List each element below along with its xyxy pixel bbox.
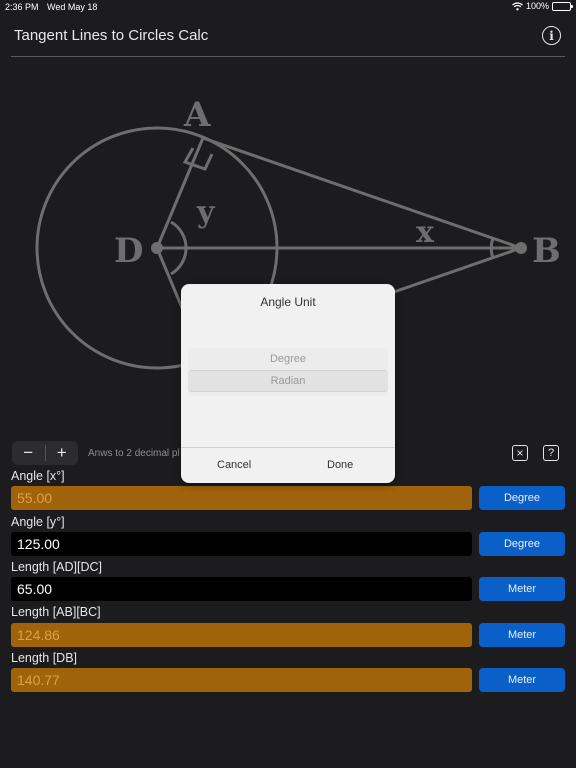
- length-ab-input[interactable]: 124.86: [11, 623, 472, 647]
- info-icon[interactable]: i: [542, 26, 561, 45]
- page-title: Tangent Lines to Circles Calc: [14, 27, 209, 44]
- wifi-icon: [512, 1, 523, 10]
- length-db-unit-button[interactable]: Meter: [479, 668, 565, 692]
- label-y: y: [196, 195, 216, 230]
- decrement-button[interactable]: −: [12, 441, 45, 465]
- increment-button[interactable]: +: [45, 441, 78, 465]
- tangent-ab: [202, 136, 522, 250]
- angle-x-input[interactable]: 55.00: [11, 486, 472, 510]
- point-d: [151, 242, 163, 254]
- label-b: B: [532, 231, 561, 271]
- picker-option-degree[interactable]: Degree: [188, 353, 388, 365]
- field-label-length-db: Length [DB]: [11, 651, 78, 665]
- decimal-note: Anws to 2 decimal pl: [88, 448, 180, 459]
- label-x: x: [416, 215, 435, 250]
- field-label-length-ab: Length [AB][BC]: [11, 605, 101, 619]
- length-ad-input[interactable]: 65.00: [11, 577, 472, 601]
- field-label-angle-y: Angle [y°]: [11, 515, 65, 529]
- point-b: [515, 242, 527, 254]
- length-ab-unit-button[interactable]: Meter: [479, 623, 565, 647]
- header-divider: [11, 56, 565, 57]
- battery-percent: 100%: [525, 1, 549, 11]
- status-bar: 2:36 PM Wed May 18 100%: [0, 0, 576, 14]
- status-right: 100%: [512, 1, 573, 11]
- dialog-title: Angle Unit: [260, 295, 316, 309]
- status-date: Wed May 18: [47, 2, 98, 12]
- decimal-stepper: − +: [12, 441, 78, 465]
- help-icon[interactable]: ?: [543, 445, 559, 461]
- length-db-input[interactable]: 140.77: [11, 668, 472, 692]
- field-label-length-ad: Length [AD][DC]: [11, 560, 103, 574]
- label-d: D: [114, 231, 143, 271]
- length-ad-unit-button[interactable]: Meter: [479, 577, 565, 601]
- done-button[interactable]: Done: [327, 459, 353, 471]
- battery-icon: [552, 1, 573, 11]
- cancel-button[interactable]: Cancel: [217, 459, 251, 471]
- status-time: 2:36 PM: [5, 2, 39, 12]
- angle-y-unit-button[interactable]: Degree: [479, 532, 565, 556]
- angle-y-input[interactable]: 125.00: [11, 532, 472, 556]
- label-a: A: [183, 95, 211, 135]
- picker-option-radian[interactable]: Radian: [188, 375, 388, 387]
- angle-x-unit-button[interactable]: Degree: [479, 486, 565, 510]
- clear-icon[interactable]: ×: [512, 445, 528, 461]
- dialog-divider: [181, 447, 395, 448]
- field-label-angle-x: Angle [x°]: [11, 469, 65, 483]
- angle-unit-dialog: Angle Unit Degree Radian Cancel Done: [181, 284, 395, 483]
